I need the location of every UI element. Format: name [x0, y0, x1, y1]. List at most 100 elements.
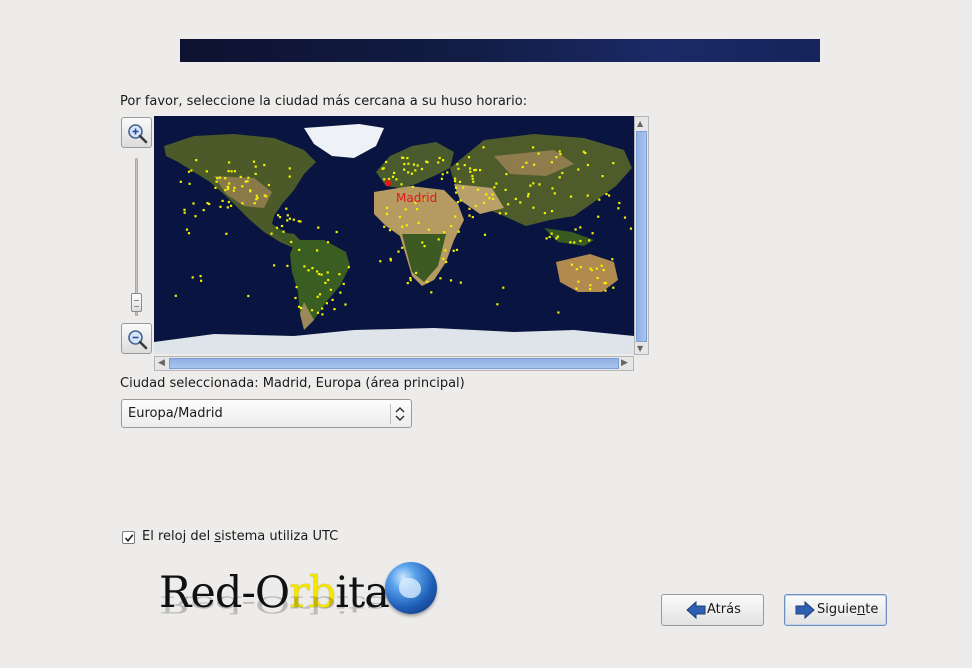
city-dot [441, 173, 444, 176]
city-dot [527, 192, 530, 196]
zoom-out-button[interactable] [121, 323, 152, 354]
city-dot [551, 187, 554, 190]
city-dot [557, 311, 560, 314]
city-dot [589, 284, 592, 287]
zoom-in-button[interactable] [121, 117, 152, 148]
city-dot [437, 238, 440, 241]
city-dot [579, 226, 582, 229]
zoom-slider-handle[interactable] [131, 293, 142, 312]
city-dot [403, 163, 406, 166]
back-button[interactable]: Atrás [661, 594, 764, 626]
city-dot [297, 220, 300, 223]
city-dot [558, 176, 561, 179]
city-dot [504, 188, 507, 191]
world-map[interactable]: Madrid [154, 116, 634, 354]
city-dot [385, 212, 389, 216]
city-dot [398, 215, 401, 219]
city-dot [491, 193, 494, 196]
selected-city-marker [384, 179, 392, 187]
map-horizontal-scrollbar[interactable]: ◀ ▶ [154, 356, 634, 371]
city-dot [403, 168, 406, 171]
city-dot [427, 228, 430, 231]
timezone-select[interactable]: Europa/Madrid [121, 399, 412, 428]
city-dot [457, 230, 460, 233]
city-dot [402, 156, 405, 159]
next-button[interactable]: Siguiente [784, 594, 887, 626]
city-dot [468, 214, 471, 217]
city-dot [253, 202, 256, 205]
city-dot [224, 189, 227, 192]
city-dot [437, 161, 440, 164]
city-dot [479, 169, 482, 172]
city-dot [206, 202, 209, 205]
city-dot [325, 302, 328, 305]
city-dot [318, 293, 322, 296]
city-dot [456, 163, 459, 166]
city-dot [611, 258, 614, 261]
city-dot [575, 268, 578, 271]
map-vertical-scrollbar[interactable]: ▲ ▼ [634, 116, 649, 355]
city-dot [379, 260, 382, 263]
city-dot [233, 186, 236, 189]
city-dot [600, 264, 603, 267]
city-dot [426, 280, 429, 283]
city-dot [389, 257, 392, 260]
city-dot [569, 241, 572, 244]
city-dot [227, 200, 230, 204]
city-dot [590, 269, 593, 272]
city-dot [577, 168, 580, 171]
city-dot [303, 265, 306, 268]
utc-checkbox[interactable] [122, 531, 135, 544]
city-dot [191, 276, 194, 279]
city-dot [417, 221, 420, 224]
city-dot [246, 180, 249, 183]
city-dot [529, 184, 532, 187]
scroll-left-icon[interactable]: ◀ [158, 358, 165, 369]
city-dot [514, 197, 517, 200]
city-dot [420, 167, 424, 171]
city-dot [504, 212, 507, 215]
header-banner [180, 39, 820, 62]
city-dot [187, 232, 191, 235]
city-dot [407, 162, 410, 165]
timezone-prompt: Por favor, seleccione la ciudad más cerc… [120, 94, 528, 109]
city-dot [446, 171, 449, 174]
vertical-scroll-thumb[interactable] [636, 131, 647, 342]
city-dot [472, 180, 475, 183]
horizontal-scroll-thumb[interactable] [169, 358, 619, 369]
city-dot [216, 177, 219, 180]
city-dot [410, 172, 414, 175]
city-dot [174, 294, 177, 297]
city-dot [294, 296, 297, 300]
city-dot [550, 161, 553, 164]
city-dot [295, 286, 298, 289]
city-dot [450, 225, 453, 228]
city-dot [256, 196, 259, 200]
city-dot [247, 294, 250, 298]
city-dot [589, 288, 592, 291]
city-dot [532, 182, 535, 185]
city-dot [455, 191, 458, 194]
city-dot [409, 279, 412, 282]
logo-reflection: Red-Orbita [159, 590, 389, 619]
city-dot [241, 185, 244, 188]
scroll-right-icon[interactable]: ▶ [621, 358, 628, 369]
city-dot [443, 231, 446, 234]
city-dot [195, 159, 198, 162]
scroll-up-icon[interactable]: ▲ [637, 119, 643, 129]
city-dot [570, 263, 573, 266]
city-dot [218, 176, 222, 179]
city-dot [273, 264, 276, 267]
selected-city-text: Ciudad seleccionada: Madrid, Europa (áre… [120, 376, 465, 391]
next-button-label: Siguiente [817, 602, 879, 617]
city-dot [617, 207, 620, 210]
city-dot [401, 246, 404, 249]
city-dot [548, 235, 551, 239]
city-dot [505, 173, 508, 176]
city-dot [230, 204, 233, 207]
city-dot [339, 291, 342, 294]
scroll-down-icon[interactable]: ▼ [637, 344, 643, 354]
city-dot [320, 273, 323, 276]
city-dot [202, 209, 205, 212]
city-dot [604, 281, 607, 285]
